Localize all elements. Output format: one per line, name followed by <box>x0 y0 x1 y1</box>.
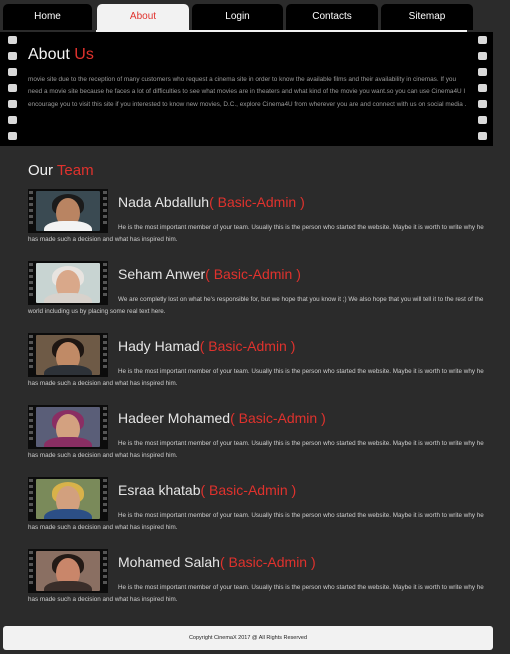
member-role: ( Basic-Admin ) <box>209 194 305 210</box>
about-section: About Us movie site due to the reception… <box>0 32 493 146</box>
team-member: Hadeer Mohamed( Basic-Admin ) He is the … <box>28 405 498 469</box>
member-name: Hady Hamad( Basic-Admin ) <box>118 338 296 354</box>
tab-contacts[interactable]: Contacts <box>286 4 378 30</box>
member-description: He is the most important member of your … <box>28 368 484 387</box>
tab-home[interactable]: Home <box>3 4 92 30</box>
member-name: Hadeer Mohamed( Basic-Admin ) <box>118 410 326 426</box>
member-role: ( Basic-Admin ) <box>230 410 326 426</box>
member-description: He is the most important member of your … <box>28 440 484 459</box>
about-title-accent: Us <box>74 46 94 63</box>
member-role: ( Basic-Admin ) <box>199 338 296 354</box>
film-strip-right <box>478 36 488 148</box>
member-description: He is the most important member of your … <box>28 512 484 531</box>
member-name: Nada Abdalluh( Basic-Admin ) <box>118 194 305 210</box>
team-title: Our Team <box>28 162 94 179</box>
member-role: ( Basic-Admin ) <box>205 266 301 282</box>
member-description: We are completly lost on what he's respo… <box>28 296 484 315</box>
tab-about[interactable]: About <box>97 4 189 31</box>
member-name: Esraa khatab( Basic-Admin ) <box>118 482 297 498</box>
footer: Copyright CinemaX 2017 @ All Rights Rese… <box>3 626 493 650</box>
top-navigation: Home About Login Contacts Sitemap <box>0 0 510 32</box>
tab-sitemap[interactable]: Sitemap <box>381 4 473 30</box>
member-name: Seham Anwer( Basic-Admin ) <box>118 266 301 282</box>
about-text: movie site due to the reception of many … <box>28 76 467 108</box>
team-title-main: Our <box>28 162 54 179</box>
member-role: ( Basic-Admin ) <box>219 554 316 570</box>
tab-login[interactable]: Login <box>192 4 283 30</box>
about-title: About Us <box>28 46 94 64</box>
team-member: Seham Anwer( Basic-Admin ) We are comple… <box>28 261 498 325</box>
team-member: Esraa khatab( Basic-Admin ) He is the mo… <box>28 477 498 541</box>
team-member: Mohamed Salah( Basic-Admin ) He is the m… <box>28 549 498 613</box>
about-title-main: About <box>28 46 70 63</box>
team-member: Hady Hamad( Basic-Admin ) He is the most… <box>28 333 498 397</box>
team-title-accent: Team <box>56 162 94 179</box>
member-description: He is the most important member of your … <box>28 584 484 603</box>
film-strip-left <box>8 36 18 148</box>
copyright-text: Copyright CinemaX 2017 @ All Rights Rese… <box>188 635 308 641</box>
member-name: Mohamed Salah( Basic-Admin ) <box>118 554 316 570</box>
team-member: Nada Abdalluh( Basic-Admin ) He is the m… <box>28 189 498 253</box>
member-description: He is the most important member of your … <box>28 224 484 243</box>
member-role: ( Basic-Admin ) <box>200 482 297 498</box>
